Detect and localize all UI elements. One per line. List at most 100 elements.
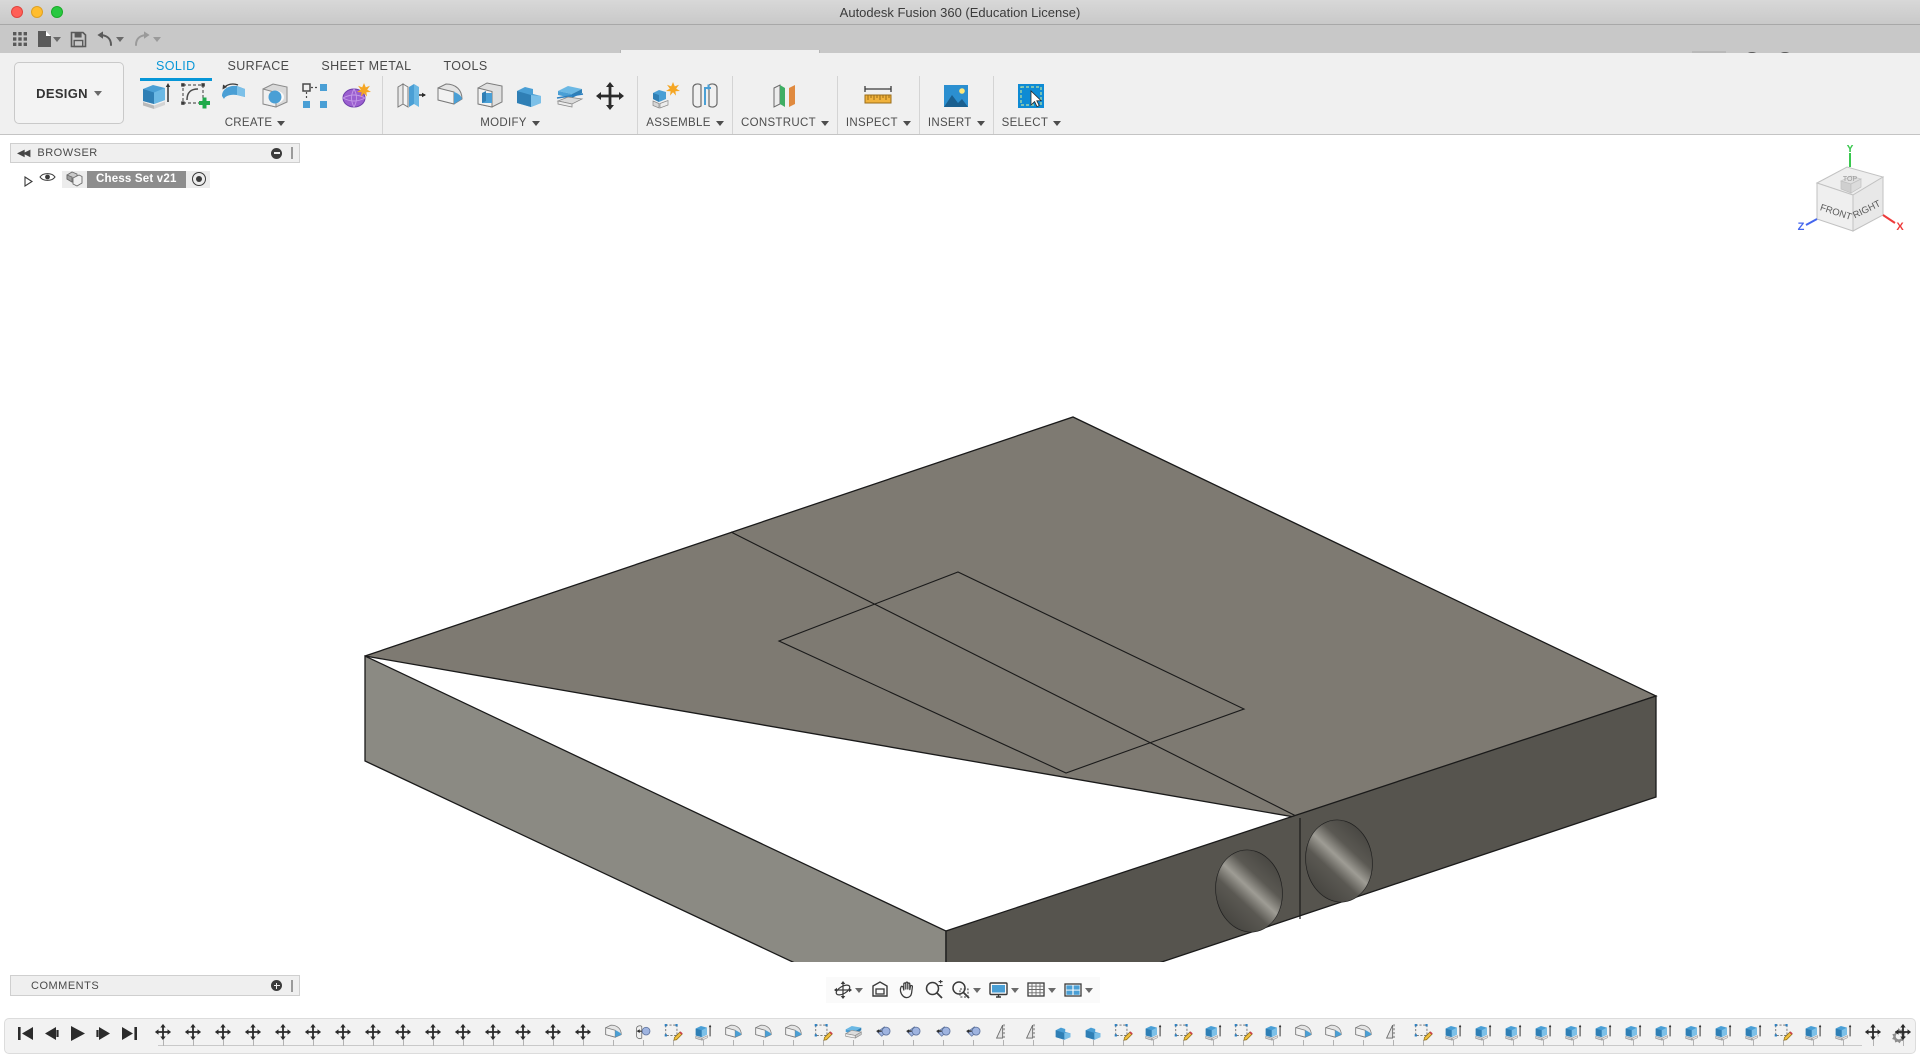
timeline-feature-extrude[interactable] <box>1588 1020 1618 1044</box>
form-tool[interactable] <box>336 77 374 115</box>
timeline-feature-move[interactable] <box>448 1020 478 1044</box>
timeline-feature-fillet[interactable] <box>1348 1020 1378 1044</box>
timeline-feature-move[interactable] <box>238 1020 268 1044</box>
timeline-feature-combine[interactable] <box>1078 1020 1108 1044</box>
timeline-feature-sketch[interactable] <box>1408 1020 1438 1044</box>
timeline-feature-extrude[interactable] <box>1648 1020 1678 1044</box>
viewport-canvas[interactable] <box>0 136 1920 962</box>
timeline-feature-move[interactable] <box>478 1020 508 1044</box>
sphere-tool[interactable] <box>256 77 294 115</box>
timeline-feature-mirror[interactable] <box>1018 1020 1048 1044</box>
select-tool[interactable] <box>1012 77 1050 115</box>
measure-tool[interactable] <box>859 77 897 115</box>
timeline-feature-move[interactable] <box>328 1020 358 1044</box>
triangle-right-icon[interactable] <box>24 174 34 187</box>
timeline-feature-sketch[interactable] <box>808 1020 838 1044</box>
timeline-feature-extrude[interactable] <box>1738 1020 1768 1044</box>
combine-tool[interactable] <box>511 77 549 115</box>
undo-button[interactable] <box>92 27 127 51</box>
timeline-feature-fillet[interactable] <box>778 1020 808 1044</box>
browser-node[interactable]: Chess Set v21 <box>62 170 210 188</box>
timeline-feature-move[interactable] <box>1888 1020 1915 1044</box>
timeline-feature-move[interactable] <box>178 1020 208 1044</box>
timeline-feature-fillet[interactable] <box>1318 1020 1348 1044</box>
timeline-feature-extrude[interactable] <box>1618 1020 1648 1044</box>
panel-select-label[interactable]: SELECT <box>1002 117 1062 129</box>
timeline-feature-extrude[interactable] <box>1528 1020 1558 1044</box>
file-menu-button[interactable] <box>34 27 64 51</box>
chevron-down-icon[interactable] <box>1048 987 1056 993</box>
timeline-feature-move[interactable] <box>358 1020 388 1044</box>
timeline-feature-extrude[interactable] <box>1828 1020 1858 1044</box>
timeline-feature-move[interactable] <box>508 1020 538 1044</box>
timeline-feature-extrude[interactable] <box>1438 1020 1468 1044</box>
timeline-feature-move[interactable] <box>1858 1020 1888 1044</box>
orbit-button[interactable] <box>830 978 866 1002</box>
timeline-play-button[interactable] <box>69 1025 86 1047</box>
minimize-panel-icon[interactable] <box>271 147 282 159</box>
timeline-feature-combine[interactable] <box>1048 1020 1078 1044</box>
timeline-feature-fillet[interactable] <box>598 1020 628 1044</box>
display-settings-button[interactable] <box>985 978 1022 1002</box>
fit-button[interactable] <box>948 978 984 1002</box>
look-at-button[interactable] <box>867 978 893 1002</box>
joint-tool[interactable] <box>686 77 724 115</box>
viewport-layout-button[interactable] <box>1060 978 1096 1002</box>
timeline-feature-sketch[interactable] <box>658 1020 688 1044</box>
split-face-tool[interactable] <box>551 77 589 115</box>
redo-button[interactable] <box>129 27 164 51</box>
panel-resize-grip[interactable] <box>291 147 293 159</box>
move-copy-tool[interactable] <box>591 77 629 115</box>
timeline-feature-extrude[interactable] <box>1678 1020 1708 1044</box>
timeline-feature-move[interactable] <box>148 1020 178 1044</box>
timeline-feature-sketch[interactable] <box>1108 1020 1138 1044</box>
timeline-feature-extrude[interactable] <box>1708 1020 1738 1044</box>
panel-assemble-label[interactable]: ASSEMBLE <box>646 117 724 129</box>
timeline-feature-revolve[interactable] <box>898 1020 928 1044</box>
eye-icon[interactable] <box>39 170 56 188</box>
save-button[interactable] <box>66 27 90 51</box>
grid-snaps-button[interactable] <box>1023 978 1059 1002</box>
timeline-feature-move[interactable] <box>208 1020 238 1044</box>
timeline-feature-move[interactable] <box>418 1020 448 1044</box>
create-sketch-tool[interactable] <box>176 77 214 115</box>
panel-modify-label[interactable]: MODIFY <box>480 117 540 129</box>
timeline-feature-joint[interactable] <box>628 1020 658 1044</box>
timeline-feature-extrude[interactable] <box>1198 1020 1228 1044</box>
workspace-switcher-button[interactable]: DESIGN <box>14 62 124 124</box>
timeline-go-to-end-button[interactable] <box>121 1026 138 1046</box>
view-cube[interactable]: TOP FRONT RIGHT Y X Z <box>1795 143 1905 255</box>
chevron-down-icon[interactable] <box>1085 987 1093 993</box>
timeline-feature-extrude[interactable] <box>1558 1020 1588 1044</box>
timeline-feature-shell[interactable] <box>838 1020 868 1044</box>
timeline-feature-move[interactable] <box>538 1020 568 1044</box>
fillet-tool[interactable] <box>431 77 469 115</box>
panel-construct-label[interactable]: CONSTRUCT <box>741 117 829 129</box>
new-component-tool[interactable] <box>646 77 684 115</box>
timeline-feature-mirror[interactable] <box>988 1020 1018 1044</box>
timeline-feature-sketch[interactable] <box>1228 1020 1258 1044</box>
insert-image-tool[interactable] <box>937 77 975 115</box>
timeline-feature-revolve[interactable] <box>928 1020 958 1044</box>
timeline-feature-revolve[interactable] <box>868 1020 898 1044</box>
pattern-tool[interactable] <box>296 77 334 115</box>
browser-root-row[interactable]: Chess Set v21 <box>10 168 300 190</box>
panel-resize-grip[interactable] <box>291 979 293 992</box>
timeline-feature-move[interactable] <box>388 1020 418 1044</box>
timeline-step-back-button[interactable] <box>43 1026 60 1046</box>
panel-create-label[interactable]: CREATE <box>225 117 286 129</box>
document-settings-icon[interactable] <box>191 172 206 186</box>
timeline-feature-revolve[interactable] <box>958 1020 988 1044</box>
timeline-feature-extrude[interactable] <box>1498 1020 1528 1044</box>
timeline-feature-sketch[interactable] <box>1168 1020 1198 1044</box>
chevron-down-icon[interactable] <box>855 987 863 993</box>
timeline-feature-sketch[interactable] <box>1768 1020 1798 1044</box>
timeline-feature-extrude[interactable] <box>688 1020 718 1044</box>
press-pull-tool[interactable] <box>391 77 429 115</box>
zoom-button[interactable] <box>921 978 947 1002</box>
add-comment-icon[interactable] <box>271 980 282 991</box>
timeline-step-forward-button[interactable] <box>95 1026 112 1046</box>
timeline-feature-move[interactable] <box>268 1020 298 1044</box>
chevron-down-icon[interactable] <box>1011 987 1019 993</box>
timeline-feature-fillet[interactable] <box>1288 1020 1318 1044</box>
